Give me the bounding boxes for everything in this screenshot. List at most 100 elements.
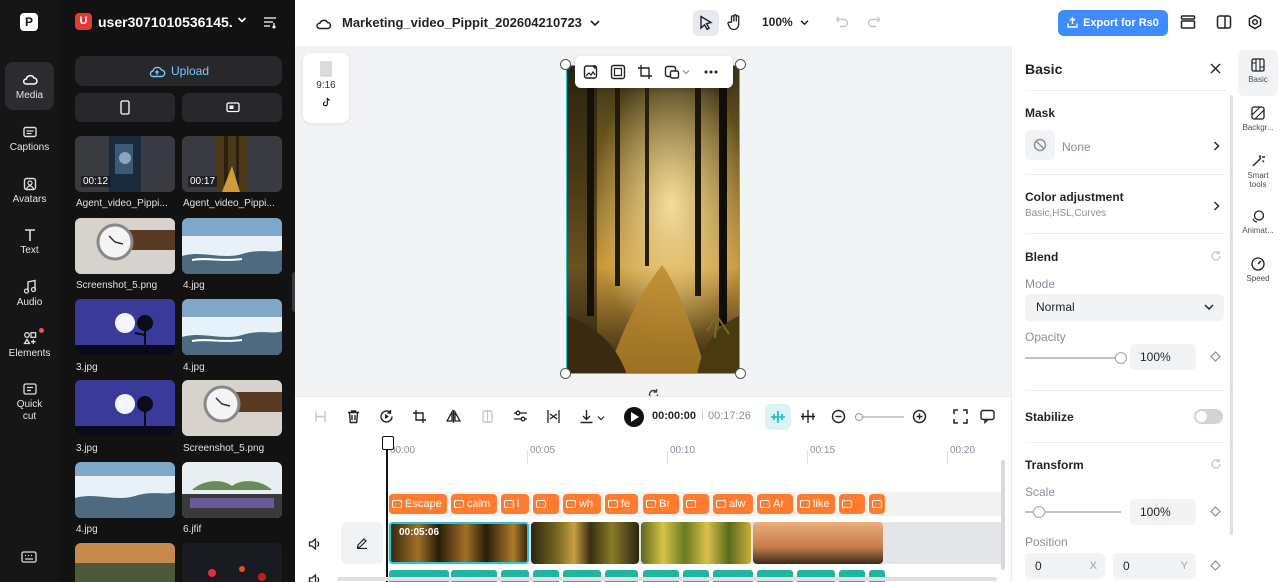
media-thumbnail[interactable] [182,462,282,518]
playhead[interactable] [382,436,394,582]
app-logo[interactable]: P [20,13,38,31]
vertical-scrollbar[interactable] [1001,460,1005,570]
download-icon[interactable] [579,409,594,424]
upload-button[interactable]: Upload [75,56,282,86]
undo-icon[interactable] [835,15,849,29]
filter-landscape-button[interactable] [182,93,282,122]
scale-input[interactable]: 100% [1130,499,1196,525]
position-y-input[interactable]: 0Y [1113,553,1196,579]
mask-selector[interactable] [1025,130,1055,160]
opacity-input[interactable]: 100% [1130,344,1196,370]
settings-icon[interactable] [1247,14,1263,30]
close-icon[interactable] [1210,63,1221,74]
account-header[interactable]: U user3071010536145... [75,12,285,32]
caption-chip[interactable]: l [501,494,529,514]
opacity-slider[interactable] [1025,352,1127,364]
split-view-icon[interactable] [800,409,816,424]
tab-background[interactable]: Backgr... [1238,98,1278,144]
caption-chip[interactable]: alw [713,494,753,514]
project-title[interactable]: Marketing_video_Pippit_202604210723 [315,15,610,30]
rail-item-elements[interactable]: Elements [5,320,54,368]
volume-icon[interactable] [308,537,322,551]
caption-chip[interactable]: Ar [757,494,793,514]
export-button[interactable]: Export for Rs0 [1058,10,1168,36]
scale-slider[interactable] [1025,506,1121,518]
caption-chip[interactable] [533,494,559,514]
media-thumbnail[interactable] [75,543,175,582]
edit-track-button[interactable] [341,522,383,564]
rail-item-captions[interactable]: Captions [5,114,54,162]
resize-handle[interactable] [735,368,746,379]
caption-chip[interactable]: fe [605,494,638,514]
video-clip[interactable] [753,522,883,564]
blend-mode-select[interactable]: Normal [1025,294,1224,321]
snap-toggle[interactable] [765,404,791,430]
time-ruler[interactable]: 00:00 00:05 00:10 00:15 00:20 [387,444,1007,464]
zoom-in-icon[interactable] [912,409,927,424]
caption-chip[interactable] [683,494,709,514]
redo-icon[interactable] [867,15,881,29]
slider-thumb[interactable] [1033,506,1046,518]
tab-speed[interactable]: Speed [1238,249,1278,295]
chevron-down-icon[interactable] [237,15,247,25]
media-thumbnail[interactable]: 00:17 [182,136,282,192]
slider-thumb[interactable] [1115,352,1127,364]
caption-chip[interactable]: Escape [389,494,447,514]
split-icon[interactable] [313,409,328,424]
media-thumbnail[interactable] [75,218,175,274]
zoom-out-icon[interactable] [831,409,846,424]
aspect-ratio-picker[interactable]: 9:16 [303,53,349,123]
video-clip[interactable] [641,522,751,564]
media-thumbnail[interactable] [182,218,282,274]
properties-scrollbar[interactable] [1230,95,1233,535]
video-clip-selected[interactable]: 00:05:06 [389,522,529,564]
caption-chip[interactable]: Br [643,494,679,514]
stabilize-toggle[interactable] [1194,409,1223,424]
rail-item-avatars[interactable]: Avatars [5,166,54,214]
volume-icon[interactable] [308,573,322,582]
keyframe-icon[interactable] [1210,351,1221,362]
mirror-icon[interactable] [480,409,495,424]
rail-item-audio[interactable]: Audio [5,269,54,317]
timeline-zoom-slider[interactable] [855,413,904,421]
username[interactable]: user3071010536145... [98,14,233,30]
media-thumbnail[interactable] [75,380,175,436]
chevron-down-icon[interactable] [597,415,605,421]
caption-chip[interactable]: wh [563,494,601,514]
keyboard-icon[interactable] [21,551,37,563]
media-thumbnail[interactable]: 00:12 [75,136,175,192]
horizontal-scrollbar[interactable] [337,577,997,581]
remove-background-icon[interactable] [664,64,680,80]
timeline[interactable]: 00:00 00:05 00:10 00:15 00:20 Escape cal… [295,436,1011,582]
delete-icon[interactable] [346,409,361,424]
video-track[interactable]: 00:05:06 [387,522,1003,564]
resize-handle[interactable] [560,59,571,70]
filter-portrait-button[interactable] [75,93,175,122]
media-thumbnail[interactable] [75,462,175,518]
avatar[interactable]: U [75,13,92,30]
crop-icon[interactable] [637,64,653,80]
tab-smart-tools[interactable]: Smart tools [1238,146,1278,198]
color-adjustment-label[interactable]: Color adjustment [1025,190,1124,204]
video-preview[interactable] [566,65,740,374]
tab-basic[interactable]: Basic [1238,50,1278,96]
crop-icon[interactable] [412,409,427,424]
flip-icon[interactable] [446,409,461,424]
replay-icon[interactable] [379,409,394,424]
resize-handle[interactable] [560,368,571,379]
caption-chip[interactable]: like [797,494,835,514]
caption-chip[interactable] [839,494,865,514]
position-x-input[interactable]: 0X [1025,553,1105,579]
more-icon[interactable] [703,64,719,80]
slider-thumb[interactable] [855,413,863,421]
rail-item-media[interactable]: Media [5,62,54,110]
panel-toggle-icon[interactable] [1216,14,1232,30]
resize-handle[interactable] [735,59,746,70]
caption-chip[interactable]: calm [451,494,497,514]
hand-icon[interactable] [727,14,743,31]
play-button[interactable] [624,407,644,427]
adjust-icon[interactable] [513,409,528,424]
media-thumbnail[interactable] [75,299,175,355]
chevron-down-icon[interactable] [682,69,690,75]
zoom-dropdown[interactable]: 100% [762,15,809,29]
